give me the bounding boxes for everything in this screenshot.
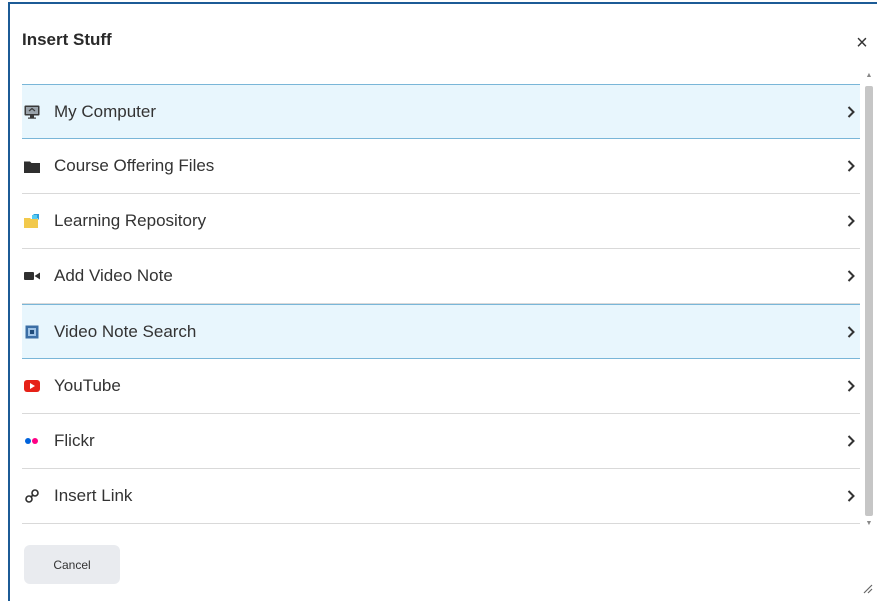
list-item-video-note-search[interactable]: Video Note Search	[22, 304, 860, 359]
close-icon: ×	[856, 32, 868, 54]
cancel-button[interactable]: Cancel	[24, 545, 120, 584]
list-item-label: Add Video Note	[54, 266, 173, 285]
scroll-up-icon[interactable]: ▲	[865, 72, 873, 80]
link-icon	[24, 488, 40, 504]
resize-handle-icon[interactable]	[861, 581, 873, 594]
source-list: My Computer Course Offering Files Learni…	[22, 84, 860, 530]
list-item-label: My Computer	[54, 101, 157, 121]
dialog-title: Insert Stuff	[22, 30, 112, 49]
list-item-label: Insert Link	[54, 486, 133, 505]
list-scrollbar[interactable]: ▲ ▼	[863, 70, 875, 532]
chevron-right-icon	[844, 214, 858, 228]
chevron-right-icon	[844, 269, 858, 283]
list-item-course-offering-files[interactable]: Course Offering Files	[22, 139, 860, 194]
scroll-down-icon[interactable]: ▼	[865, 520, 873, 528]
chevron-right-icon	[844, 159, 858, 173]
chevron-right-icon	[844, 489, 858, 503]
scrollbar-thumb[interactable]	[865, 86, 873, 516]
youtube-icon	[24, 378, 40, 394]
list-item-label: Course Offering Files	[54, 156, 215, 175]
chevron-right-icon	[844, 105, 858, 119]
chevron-right-icon	[844, 325, 858, 339]
list-item-label: YouTube	[54, 376, 121, 395]
list-item-youtube[interactable]: YouTube	[22, 359, 860, 414]
folder-icon	[24, 158, 40, 174]
list-item-label: Learning Repository	[54, 211, 207, 230]
chevron-right-icon	[844, 379, 858, 393]
flickr-icon	[24, 433, 40, 449]
close-button[interactable]: ×	[851, 32, 873, 54]
list-item-label: Video Note Search	[54, 321, 197, 341]
list-item-learning-repository[interactable]: Learning Repository	[22, 194, 860, 249]
list-item-my-computer[interactable]: My Computer	[22, 84, 860, 139]
list-item-insert-link[interactable]: Insert Link	[22, 469, 860, 524]
list-item-flickr[interactable]: Flickr	[22, 414, 860, 469]
video-camera-icon	[24, 268, 40, 284]
list-item-add-video-note[interactable]: Add Video Note	[22, 249, 860, 304]
list-item-label: Flickr	[54, 431, 95, 450]
video-search-icon	[24, 324, 40, 340]
insert-stuff-dialog: Insert Stuff × My Computer Course Offeri…	[8, 2, 877, 601]
repository-icon	[24, 213, 40, 229]
monitor-icon	[24, 104, 40, 120]
chevron-right-icon	[844, 434, 858, 448]
